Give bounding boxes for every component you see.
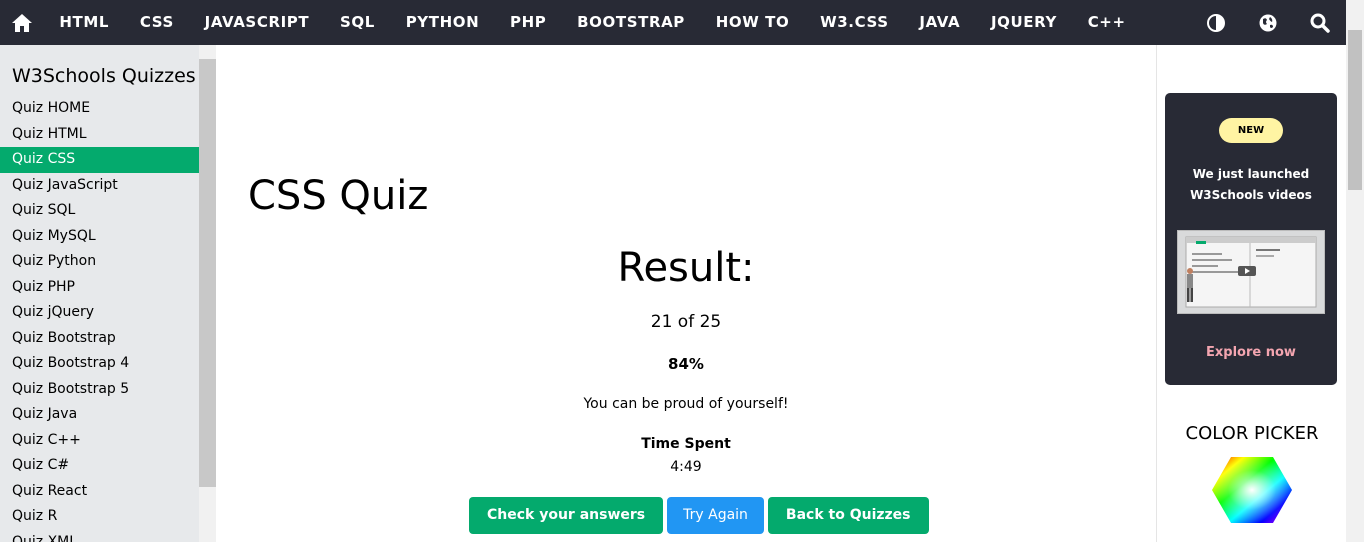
sidebar-item-quiz-php[interactable]: Quiz PHP — [0, 275, 199, 301]
video-preview-image — [1178, 231, 1324, 313]
theme-toggle-button[interactable] — [1190, 0, 1242, 45]
contrast-icon — [1207, 13, 1225, 32]
result-actions: Check your answers Try Again Back to Qui… — [469, 497, 929, 534]
sidebar-title: W3Schools Quizzes — [12, 65, 196, 87]
right-column: NEW We just launched W3Schools videos Ex… — [1156, 45, 1346, 542]
sidebar-item-quiz-r[interactable]: Quiz R — [0, 504, 199, 530]
time-spent-value: 4:49 — [670, 459, 702, 475]
sidebar-item-quiz-c-[interactable]: Quiz C++ — [0, 428, 199, 454]
sidebar-item-quiz-javascript[interactable]: Quiz JavaScript — [0, 173, 199, 199]
page-scrollbar[interactable] — [1346, 0, 1364, 542]
sidebar-scrollbar-thumb[interactable] — [199, 59, 216, 487]
main-content: CSS Quiz Result: 21 of 25 84% You can be… — [216, 45, 1156, 542]
sidebar-item-quiz-jquery[interactable]: Quiz jQuery — [0, 300, 199, 326]
sidebar-item-quiz-react[interactable]: Quiz React — [0, 479, 199, 505]
try-again-button[interactable]: Try Again — [667, 497, 764, 534]
nav-item-css[interactable]: CSS — [124, 0, 189, 45]
nav-item-php[interactable]: PHP — [495, 0, 562, 45]
home-button[interactable] — [0, 0, 44, 45]
nav-item-html[interactable]: HTML — [44, 0, 124, 45]
globe-icon — [1259, 14, 1277, 31]
sidebar-item-quiz-bootstrap-5[interactable]: Quiz Bootstrap 5 — [0, 377, 199, 403]
nav-item-sql[interactable]: SQL — [325, 0, 391, 45]
page-title: CSS Quiz — [248, 173, 429, 219]
nav-item-c[interactable]: C++ — [1072, 0, 1141, 45]
result-message: You can be proud of yourself! — [583, 396, 789, 412]
language-button[interactable] — [1242, 0, 1294, 45]
nav-item-java[interactable]: JAVA — [904, 0, 976, 45]
sidebar-item-quiz-bootstrap-4[interactable]: Quiz Bootstrap 4 — [0, 351, 199, 377]
nav-item-python[interactable]: PYTHON — [390, 0, 494, 45]
score-text: 21 of 25 — [650, 312, 722, 332]
sidebar-item-quiz-xml[interactable]: Quiz XML — [0, 530, 199, 542]
new-badge: NEW — [1219, 118, 1283, 143]
score-percent: 84% — [668, 355, 704, 373]
color-wheel-icon — [1212, 457, 1292, 523]
promo-line-1: We just launched — [1192, 167, 1310, 181]
home-icon — [12, 13, 32, 32]
sidebar-item-quiz-python[interactable]: Quiz Python — [0, 249, 199, 275]
promo-line-2: W3Schools videos — [1190, 188, 1312, 202]
color-picker-title: COLOR PICKER — [1185, 423, 1319, 444]
nav-item-w3-css[interactable]: W3.CSS — [805, 0, 904, 45]
video-promo-card[interactable]: NEW We just launched W3Schools videos Ex… — [1165, 93, 1337, 385]
sidebar-item-quiz-bootstrap[interactable]: Quiz Bootstrap — [0, 326, 199, 352]
sidebar-item-quiz-java[interactable]: Quiz Java — [0, 402, 199, 428]
nav-item-javascript[interactable]: JAVASCRIPT — [189, 0, 324, 45]
check-answers-button[interactable]: Check your answers — [469, 497, 664, 534]
sidebar-item-quiz-c-[interactable]: Quiz C# — [0, 453, 199, 479]
sidebar-item-quiz-home[interactable]: Quiz HOME — [0, 96, 199, 122]
sidebar-item-quiz-css[interactable]: Quiz CSS — [0, 147, 199, 173]
nav-item-jquery[interactable]: JQUERY — [976, 0, 1073, 45]
back-to-quizzes-button[interactable]: Back to Quizzes — [767, 497, 929, 534]
result-heading: Result: — [617, 245, 755, 291]
nav-item-bootstrap[interactable]: BOOTSTRAP — [562, 0, 701, 45]
search-button[interactable] — [1294, 0, 1346, 45]
time-spent-label: Time Spent — [641, 436, 731, 452]
sidebar-item-quiz-html[interactable]: Quiz HTML — [0, 122, 199, 148]
sidebar-item-quiz-mysql[interactable]: Quiz MySQL — [0, 224, 199, 250]
page-scrollbar-thumb[interactable] — [1348, 30, 1362, 190]
sidebar-scrollbar[interactable] — [199, 45, 216, 542]
sidebar-item-quiz-sql[interactable]: Quiz SQL — [0, 198, 199, 224]
explore-now-link[interactable]: Explore now — [1165, 345, 1337, 360]
color-picker-link[interactable] — [1211, 455, 1293, 529]
search-icon — [1310, 13, 1330, 33]
sidebar: W3Schools Quizzes Quiz HOME Quiz HTML Quiz… — [0, 45, 199, 542]
video-thumbnail[interactable] — [1177, 230, 1325, 314]
nav-item-how-to[interactable]: HOW TO — [700, 0, 804, 45]
top-navbar: HTML CSS JAVASCRIPT SQL PYTHON PHP BOOTSTRAP HO… — [0, 0, 1346, 45]
